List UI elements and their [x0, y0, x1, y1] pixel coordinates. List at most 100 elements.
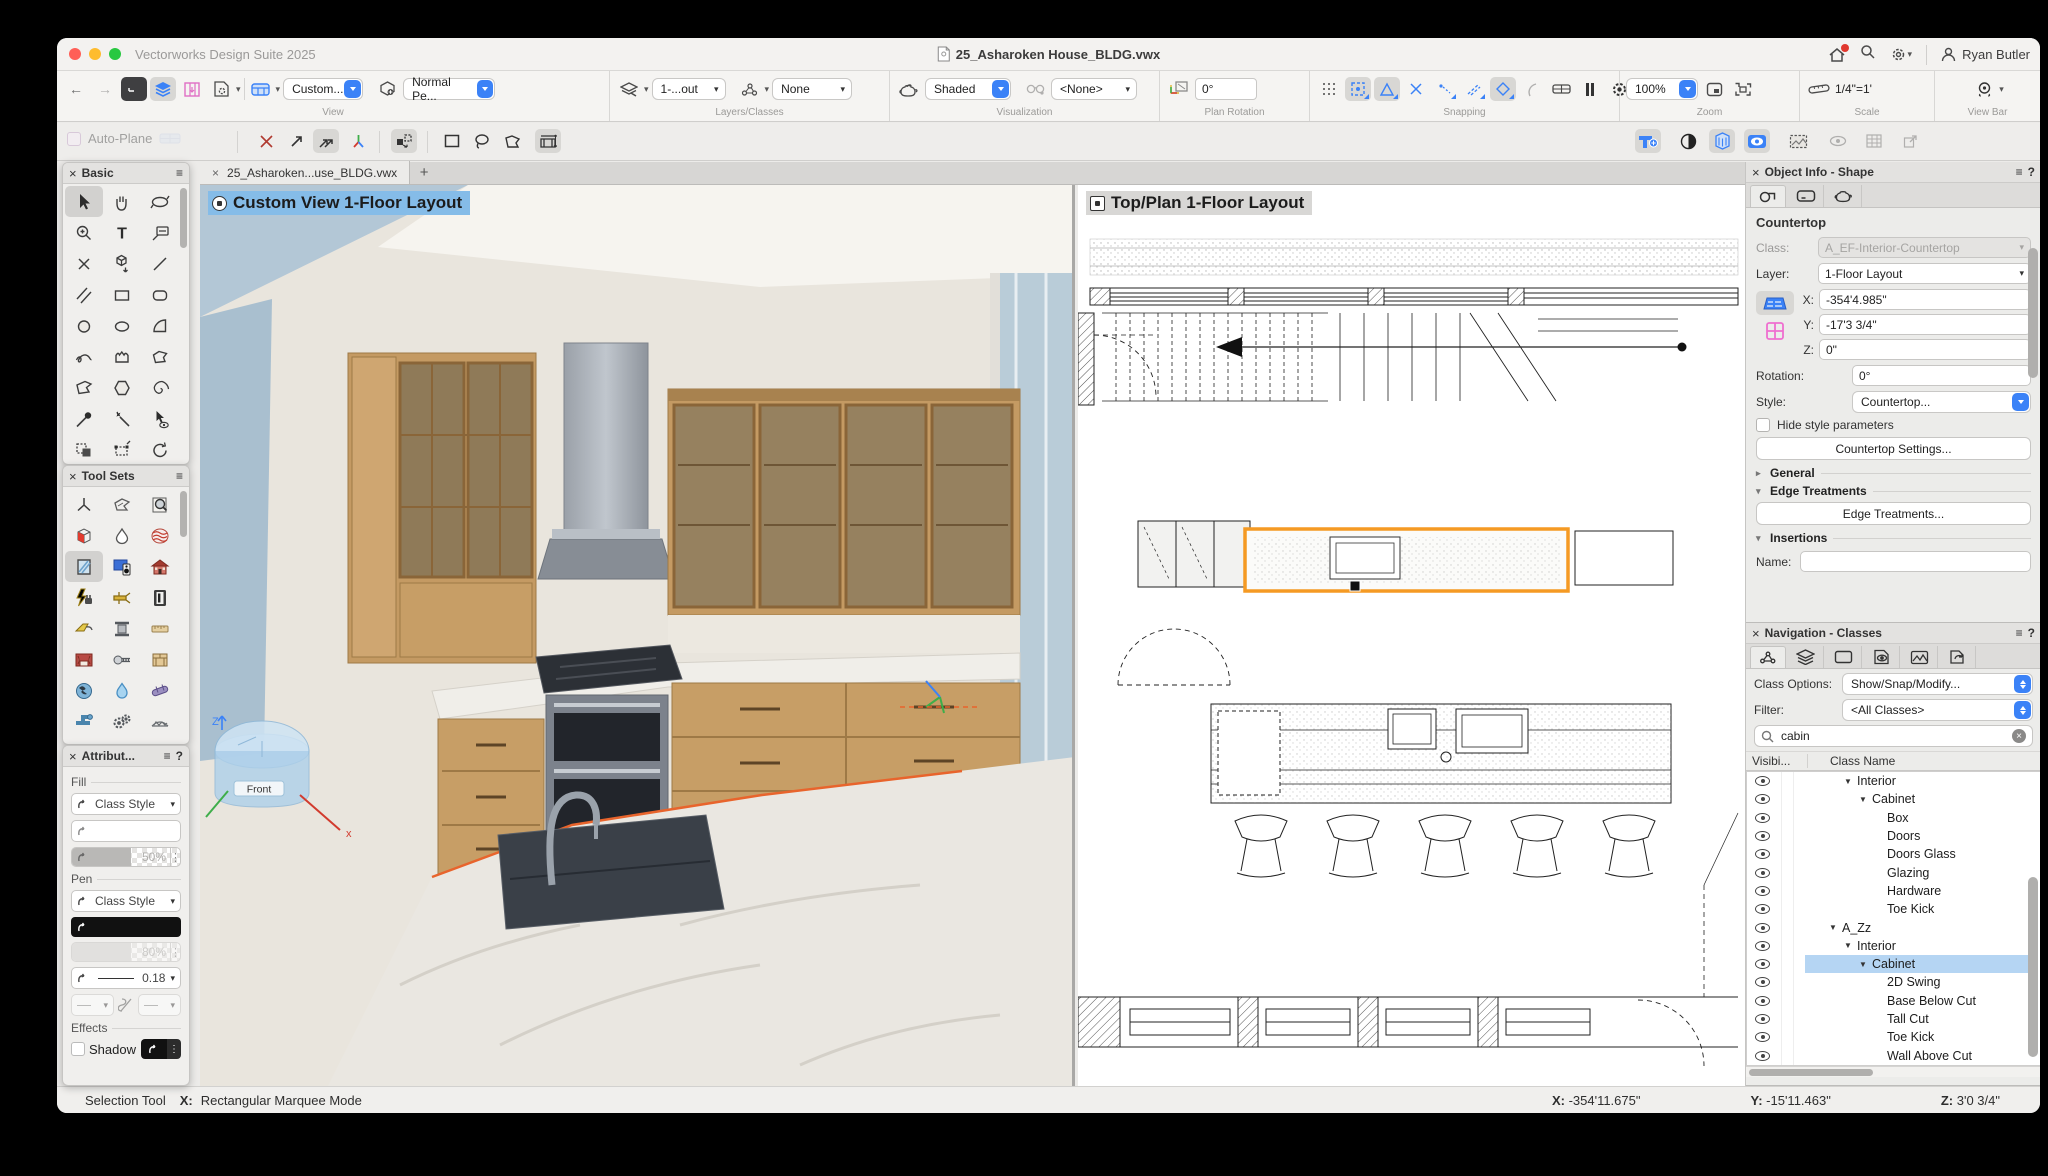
- tab-design-layers[interactable]: [1788, 646, 1824, 668]
- rectangle-tool[interactable]: [103, 279, 141, 310]
- back-button[interactable]: ←: [63, 77, 89, 101]
- layer-icon[interactable]: [616, 77, 642, 101]
- toolset-plumbing[interactable]: [65, 706, 103, 737]
- fill-opacity-slider[interactable]: 50% ⋮: [71, 847, 181, 867]
- chevron-down-icon[interactable]: ▾: [236, 84, 241, 95]
- render-mode-select[interactable]: Normal Pe...: [403, 78, 495, 100]
- close-palette-icon[interactable]: ×: [1752, 626, 1760, 641]
- user-account[interactable]: Ryan Butler: [1926, 45, 2030, 65]
- rotation-field[interactable]: 0°: [1852, 365, 2031, 386]
- tab-render[interactable]: [1826, 185, 1862, 207]
- zoom-level-select[interactable]: 100%: [1626, 78, 1698, 100]
- visibility-eye-icon[interactable]: [1755, 977, 1770, 987]
- general-section-header[interactable]: ▸General: [1756, 466, 2031, 480]
- toolset-electrical[interactable]: [65, 582, 103, 613]
- class-tree-row[interactable]: Box: [1747, 809, 2040, 827]
- snap-working-plane-icon[interactable]: [1548, 77, 1574, 101]
- class-tree-row[interactable]: Toe Kick: [1747, 900, 2040, 918]
- camera-glasses-icon[interactable]: [1022, 77, 1048, 101]
- hide-style-parameters-checkbox[interactable]: [1756, 418, 1770, 432]
- toolset-audio-visual[interactable]: [103, 551, 141, 582]
- class-tree-row[interactable]: ▼ Cabinet: [1747, 955, 2040, 973]
- disclosure-triangle-icon[interactable]: ▼: [1859, 960, 1872, 969]
- visibility-eye-icon[interactable]: [1755, 959, 1770, 969]
- shadow-style-button[interactable]: [141, 1039, 167, 1059]
- toolset-panel[interactable]: [103, 737, 141, 745]
- tall-cabinet-3d[interactable]: [348, 353, 536, 663]
- oval-tool[interactable]: [103, 310, 141, 341]
- fill-color-select[interactable]: [71, 820, 181, 842]
- eyedropper-tool[interactable]: [65, 403, 103, 434]
- tab-saved-views[interactable]: [1902, 646, 1938, 668]
- marquee-polygon-mode-icon[interactable]: [499, 129, 525, 153]
- edge-treatments-button[interactable]: Edge Treatments...: [1756, 502, 2031, 525]
- eye-overlay-icon[interactable]: [1825, 129, 1851, 153]
- visibility-eye-icon[interactable]: [1755, 904, 1770, 914]
- plan-rotation-field[interactable]: 0°: [1195, 78, 1257, 100]
- mode-double-arrow-icon[interactable]: [313, 129, 339, 153]
- visibility-eye-icon[interactable]: [1755, 1051, 1770, 1061]
- marquee-rectangle-mode-icon[interactable]: [439, 129, 465, 153]
- fill-style-select[interactable]: Class Style ▾: [71, 793, 181, 815]
- fit-to-window-icon[interactable]: [121, 77, 147, 101]
- fill-opacity-menu-icon[interactable]: ⋮: [170, 848, 180, 866]
- palette-menu-icon[interactable]: ≡: [164, 749, 171, 763]
- class-icon[interactable]: [737, 77, 763, 101]
- tab-shape[interactable]: [1750, 185, 1786, 207]
- class-options-select[interactable]: Show/Snap/Modify...: [1842, 673, 2033, 695]
- palette-help-icon[interactable]: ?: [176, 749, 183, 763]
- basic-palette-scrollbar[interactable]: [180, 188, 187, 248]
- toolset-camera[interactable]: [141, 737, 179, 745]
- class-tree-row[interactable]: ▼ Cabinet: [1747, 790, 2040, 808]
- x-coordinate-field[interactable]: -354'4.985": [1819, 289, 2031, 310]
- zoom-window-button[interactable]: [109, 48, 121, 60]
- palette-menu-icon[interactable]: ≡: [2016, 165, 2023, 179]
- view-pane-3d[interactable]: Custom View 1-Floor Layout: [200, 185, 1075, 1086]
- toolset-irrigation[interactable]: [103, 675, 141, 706]
- pen-style-select[interactable]: Class Style ▾: [71, 890, 181, 912]
- class-tree-row[interactable]: ▼ A_Zz: [1747, 918, 2040, 936]
- mode-axis-icon[interactable]: [345, 129, 371, 153]
- mode-single-arrow-icon[interactable]: [283, 129, 309, 153]
- plan-selected-countertop[interactable]: [1245, 529, 1568, 591]
- spiral-tool[interactable]: [141, 372, 179, 403]
- tab-references[interactable]: [1940, 646, 1976, 668]
- line-start-marker-select[interactable]: ▾: [71, 994, 114, 1016]
- palette-menu-icon[interactable]: ≡: [176, 469, 183, 483]
- insertions-section-header[interactable]: ▾Insertions: [1756, 531, 2031, 545]
- palette-menu-icon[interactable]: ≡: [2016, 626, 2023, 640]
- toolset-fabric[interactable]: [141, 520, 179, 551]
- render-style-select[interactable]: Shaded: [925, 78, 1011, 100]
- visibility-eye-icon[interactable]: [1755, 776, 1770, 786]
- chevron-down-icon[interactable]: ▾: [276, 84, 281, 95]
- toolset-door[interactable]: [141, 582, 179, 613]
- minimize-window-button[interactable]: [89, 48, 101, 60]
- clear-search-icon[interactable]: ×: [2012, 729, 2026, 743]
- polar-coords-icon[interactable]: [1756, 319, 1794, 343]
- document-tab[interactable]: × 25_Asharoken...use_BLDG.vwx: [200, 161, 410, 184]
- class-select[interactable]: A_EF-Interior-Countertop▾: [1818, 237, 2031, 258]
- selection-handle[interactable]: [1350, 581, 1360, 591]
- shadow-menu-icon[interactable]: ⋮: [167, 1039, 181, 1059]
- marquee-lasso-mode-icon[interactable]: [469, 129, 495, 153]
- palette-menu-icon[interactable]: ≡: [176, 166, 183, 180]
- visibility-eye-icon[interactable]: [1755, 831, 1770, 841]
- snap-smart-edge-icon[interactable]: [1461, 77, 1487, 101]
- drop-3d-tool[interactable]: [103, 248, 141, 279]
- zoom-tool[interactable]: [65, 217, 103, 248]
- snap-tangent-icon[interactable]: [1490, 77, 1516, 101]
- line-end-marker-select[interactable]: ▾: [138, 994, 181, 1016]
- edge-treatments-section-header[interactable]: ▾Edge Treatments: [1756, 484, 2031, 498]
- toolset-machine-design[interactable]: [103, 706, 141, 737]
- visibility-eye-button[interactable]: [1744, 129, 1770, 153]
- toolset-solids[interactable]: [65, 520, 103, 551]
- flyover-tool[interactable]: [141, 186, 179, 217]
- class-tree-hscrollbar[interactable]: [1746, 1066, 2040, 1077]
- render-teapot-icon[interactable]: [896, 77, 922, 101]
- saved-views-icon[interactable]: [248, 77, 274, 101]
- name-field[interactable]: [1800, 551, 2031, 572]
- toolset-contours[interactable]: [103, 489, 141, 520]
- tab-viewports[interactable]: [1864, 646, 1900, 668]
- visibility-eye-icon[interactable]: [1755, 794, 1770, 804]
- render-options-icon[interactable]: [374, 77, 400, 101]
